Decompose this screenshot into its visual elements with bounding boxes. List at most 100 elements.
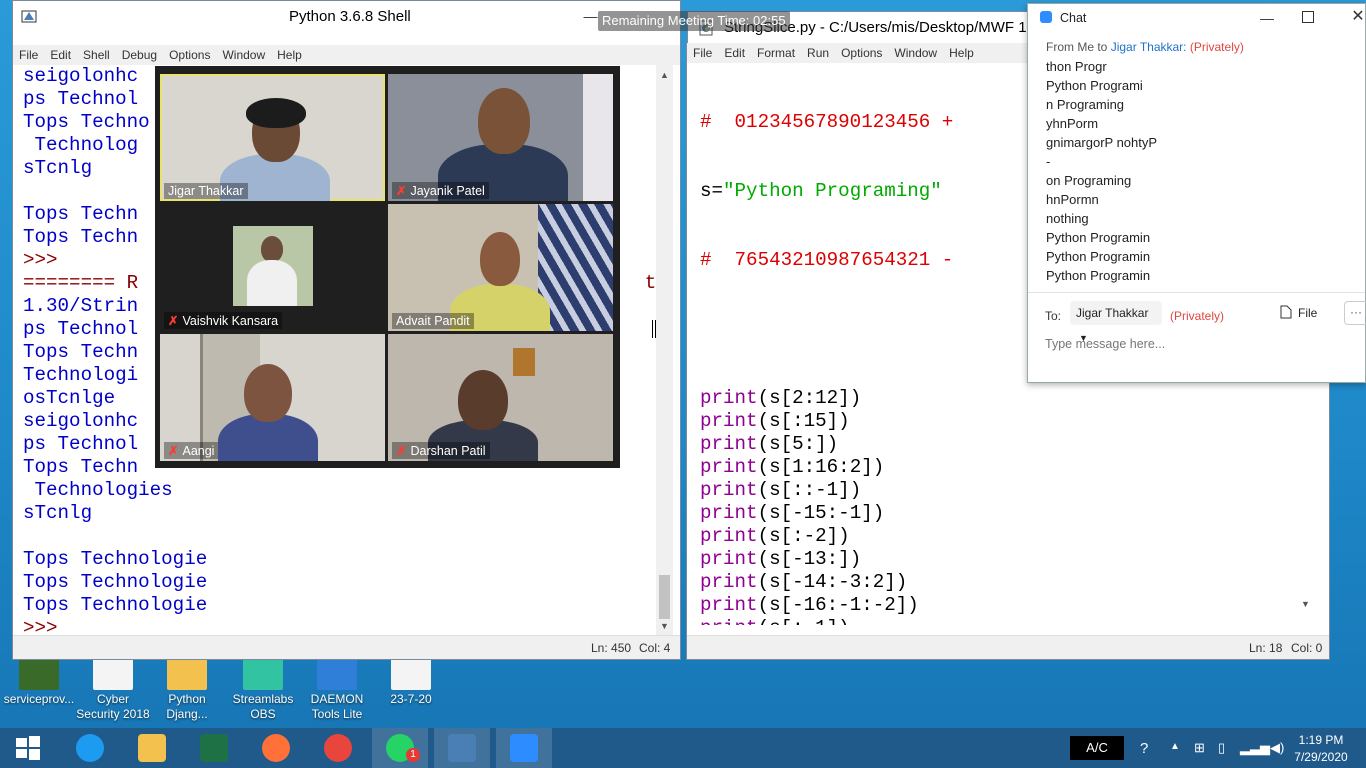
to-label: To: — [1045, 309, 1062, 323]
desktop-icon-label: Cyber Security 2018 — [76, 692, 150, 721]
editor-menu-window[interactable]: Window — [888, 43, 943, 63]
participant-name: Jigar Thakkar — [164, 183, 248, 199]
participant-face — [478, 88, 530, 154]
print-argument: (s[5:]) — [757, 433, 839, 455]
mic-muted-icon: ✗ — [168, 314, 179, 328]
shell-menu-edit[interactable]: Edit — [44, 45, 77, 65]
chrome-icon — [324, 734, 352, 762]
file-button[interactable]: File — [1280, 305, 1317, 320]
recipient-dropdown[interactable]: Jigar Thakkar ▼ — [1070, 301, 1162, 343]
code-line: print(s[-14:-3:2]) — [700, 571, 1300, 594]
taskbar-zoom[interactable] — [496, 728, 552, 768]
shell-menu-window[interactable]: Window — [216, 45, 271, 65]
video-gallery[interactable]: Jigar Thakkar ✗ Jayanik Patel ✗ Vaishvik K… — [155, 66, 620, 468]
chat-message: Python Programin — [1046, 249, 1151, 264]
code-line: print(s[-16:-1:-2]) — [700, 594, 1300, 617]
print-argument: (s[-15:-1]) — [757, 502, 885, 524]
taskbar-firefox[interactable] — [248, 728, 304, 768]
shell-menu-debug[interactable]: Debug — [116, 45, 163, 65]
print-argument: (s[-13:]) — [757, 548, 862, 570]
desktop-icon[interactable]: serviceprov... — [0, 658, 78, 707]
mic-muted-icon: ✗ — [396, 184, 407, 198]
desktop-icon[interactable]: 23-7-20 — [372, 658, 450, 707]
editor-menu-format[interactable]: Format — [751, 43, 801, 63]
video-tile[interactable]: ✗ Vaishvik Kansara — [160, 204, 385, 331]
python-idle-icon — [448, 734, 476, 762]
shell-scroll-thumb[interactable] — [659, 575, 670, 619]
clock-date: 7/29/2020 — [1294, 750, 1348, 764]
taskbar-start[interactable] — [0, 728, 56, 768]
chat-message: yhnPorm — [1046, 116, 1099, 131]
desktop-icon[interactable]: Python Djang... — [148, 658, 226, 722]
clock[interactable]: 1:19 PM 7/29/2020 — [1286, 728, 1356, 768]
network-icon[interactable]: ⊞ — [1194, 740, 1205, 756]
more-options-button[interactable]: ··· — [1344, 301, 1366, 325]
shell-line: sTcnlg — [23, 502, 93, 524]
clock-time: 1:19 PM — [1298, 733, 1344, 747]
desktop-icon-label: Python Djang... — [166, 692, 208, 721]
shell-line-number: Ln: 450 — [591, 641, 632, 655]
code-line: print(s[2:12]) — [700, 387, 1300, 410]
desktop-icon[interactable]: DAEMON Tools Lite — [298, 658, 376, 722]
scroll-down-icon[interactable]: ▼ — [1297, 597, 1314, 611]
scroll-down-icon[interactable]: ▼ — [656, 619, 673, 633]
shell-col-number: Col: 4 — [639, 641, 671, 655]
chat-close-button[interactable]: ✕ — [1350, 6, 1366, 28]
chat-window[interactable]: Chat — ✕ From Me to Jigar Thakkar: (Priv… — [1027, 3, 1366, 383]
shell-menu-help[interactable]: Help — [271, 45, 308, 65]
print-keyword: print — [700, 525, 758, 547]
chevron-up-icon[interactable]: ▲ — [1170, 741, 1180, 752]
volume-icon[interactable]: ◀) — [1270, 740, 1284, 756]
taskbar-chrome[interactable] — [310, 728, 366, 768]
editor-menu-edit[interactable]: Edit — [718, 43, 751, 63]
participant-name: Advait Pandit — [392, 313, 474, 329]
desktop-icon[interactable]: Streamlabs OBS — [224, 658, 302, 722]
video-tile[interactable]: ✗ Darshan Patil — [388, 334, 613, 461]
taskbar-whatsapp[interactable]: 1 — [372, 728, 428, 768]
shell-line: >>> — [23, 617, 70, 635]
shell-menu-file[interactable]: File — [13, 45, 44, 65]
taskbar-excel[interactable] — [186, 728, 242, 768]
editor-line-number: Ln: 18 — [1249, 641, 1283, 655]
shell-scrollbar[interactable]: ▲ ▼ — [656, 65, 673, 635]
participant-name: ✗ Darshan Patil — [392, 442, 490, 459]
taskbar-python-idle[interactable] — [434, 728, 490, 768]
help-icon[interactable]: ? — [1140, 740, 1148, 757]
battery-icon[interactable]: ▯ — [1218, 740, 1225, 756]
shell-line: Tops Technologie — [23, 571, 208, 593]
taskbar-file-explorer[interactable] — [124, 728, 180, 768]
chat-minimize-button[interactable]: — — [1256, 8, 1278, 28]
file-icon — [1280, 305, 1292, 319]
shell-menu-options[interactable]: Options — [163, 45, 216, 65]
chat-title-bar[interactable]: Chat — [1040, 11, 1086, 25]
shell-menu-shell[interactable]: Shell — [77, 45, 116, 65]
text-cursor-icon — [652, 320, 656, 338]
print-keyword: print — [700, 456, 758, 478]
editor-menu-run[interactable]: Run — [801, 43, 835, 63]
print-keyword: print — [700, 502, 758, 524]
internet-explorer-icon — [76, 734, 104, 762]
taskbar-internet-explorer[interactable] — [62, 728, 118, 768]
print-keyword: print — [700, 571, 758, 593]
shell-titlebar[interactable]: Python 3.6.8 Shell — — [13, 1, 680, 31]
video-tile[interactable]: ✗ Aangi — [160, 334, 385, 461]
editor-menu-file[interactable]: File — [687, 43, 718, 63]
chat-message-list: thon Progr Python Programi n Programing yhn… — [1046, 57, 1355, 285]
signal-icon[interactable]: ▂▃▅ — [1240, 740, 1270, 756]
participant-face — [480, 232, 520, 286]
desktop-icon[interactable]: Cyber Security 2018 — [74, 658, 152, 722]
video-tile[interactable]: Jigar Thakkar — [160, 74, 385, 201]
code-line: print(s[::-1]) — [700, 479, 1300, 502]
ime-indicator[interactable]: A/C — [1070, 728, 1124, 768]
code-line: print(s[:-2]) — [700, 525, 1300, 548]
video-tile[interactable]: Advait Pandit — [388, 204, 613, 331]
recipient-link[interactable]: Jigar Thakkar: — [1111, 40, 1187, 54]
chat-maximize-button[interactable] — [1302, 11, 1314, 23]
print-argument: (s[:-2]) — [757, 525, 850, 547]
editor-menu-help[interactable]: Help — [943, 43, 980, 63]
scroll-up-icon[interactable]: ▲ — [656, 68, 673, 82]
video-tile[interactable]: ✗ Jayanik Patel — [388, 74, 613, 201]
chat-message-input[interactable]: Type message here... — [1045, 337, 1345, 359]
private-label: (Privately) — [1170, 309, 1225, 323]
editor-menu-options[interactable]: Options — [835, 43, 888, 63]
